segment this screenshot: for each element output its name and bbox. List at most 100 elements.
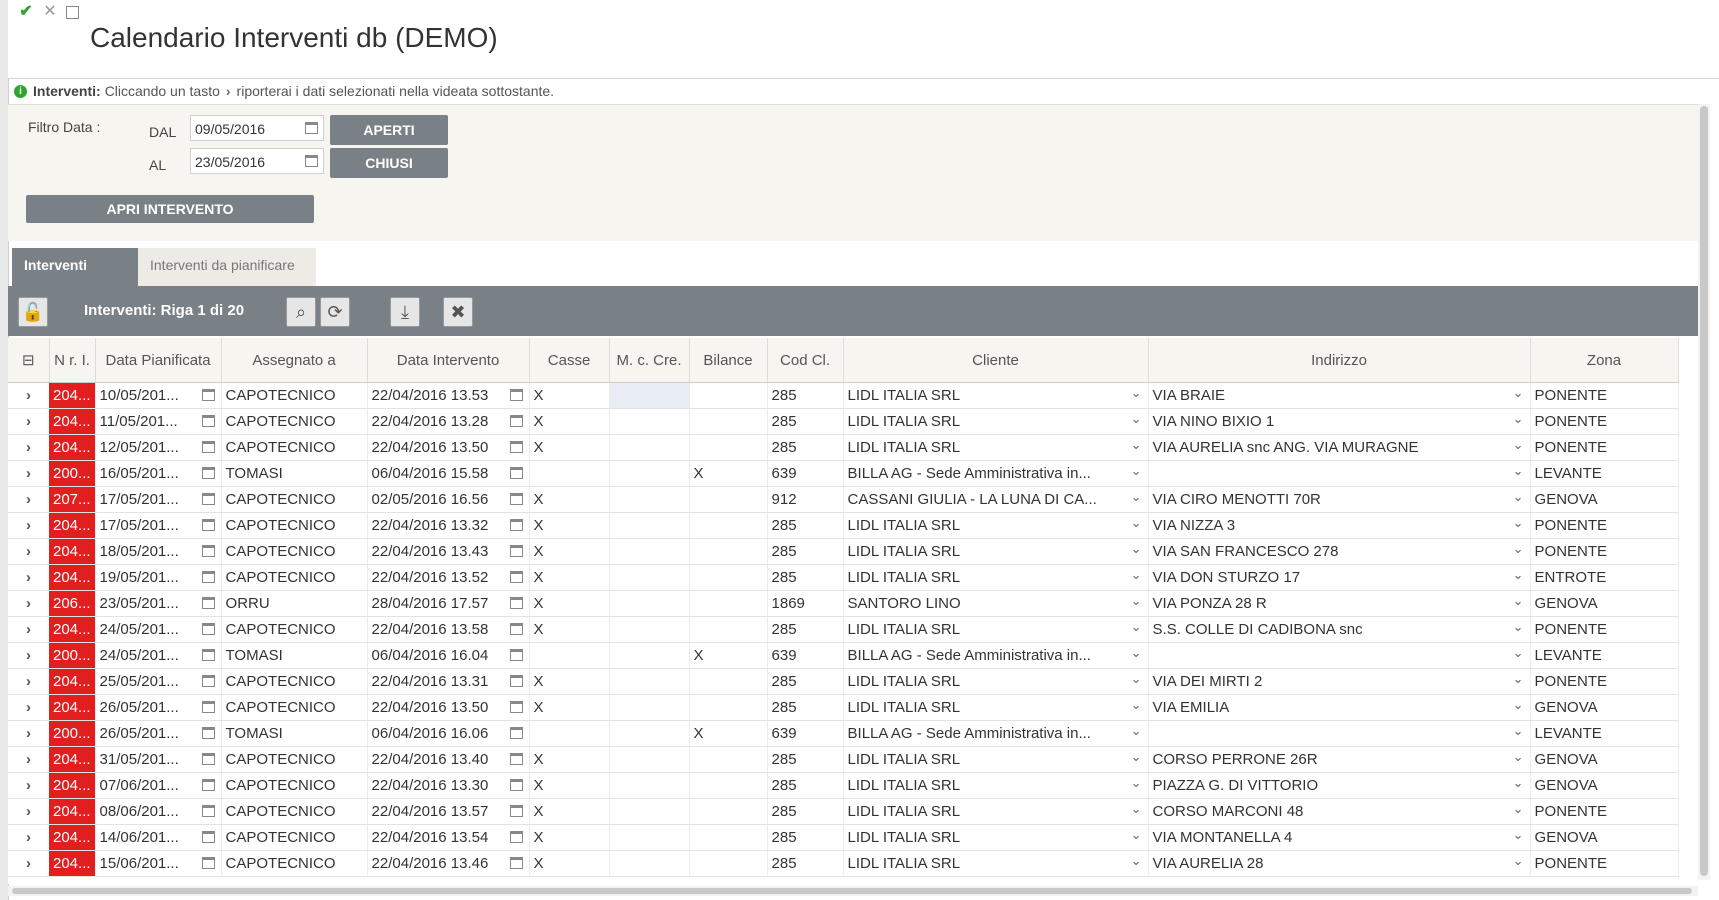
- calendar-icon[interactable]: [509, 389, 523, 401]
- zona-cell[interactable]: LEVANTE: [1530, 642, 1679, 669]
- cliente-cell[interactable]: LIDL ITALIA SRL ⌄: [843, 408, 1149, 435]
- calendar-icon[interactable]: [305, 122, 318, 134]
- mcre-cell[interactable]: [609, 720, 690, 747]
- mcre-cell[interactable]: [609, 486, 690, 513]
- bilance-cell[interactable]: [689, 850, 768, 877]
- data-intervento-cell[interactable]: 22/04/2016 13.57: [367, 798, 530, 825]
- zona-cell[interactable]: ENTROTE: [1530, 564, 1679, 591]
- codcl-cell[interactable]: 285: [767, 512, 844, 539]
- indirizzo-cell[interactable]: VIA DEI MIRTI 2 ⌄: [1148, 668, 1531, 695]
- calendar-icon[interactable]: [201, 519, 215, 531]
- zona-cell[interactable]: GENOVA: [1530, 590, 1679, 617]
- cliente-cell[interactable]: LIDL ITALIA SRL ⌄: [843, 616, 1149, 643]
- calendar-icon[interactable]: [509, 597, 523, 609]
- confirm-icon[interactable]: ✔: [18, 4, 34, 20]
- calendar-icon[interactable]: [509, 493, 523, 505]
- chevron-down-icon[interactable]: ⌄: [1513, 385, 1524, 401]
- data-pianificata-cell[interactable]: 24/05/201...: [95, 642, 222, 669]
- indirizzo-cell[interactable]: S.S. COLLE DI CADIBONA snc ⌄: [1148, 616, 1531, 643]
- assegnato-cell[interactable]: CAPOTECNICO: [221, 408, 368, 435]
- mcre-cell[interactable]: [609, 824, 690, 851]
- calendar-icon[interactable]: [509, 649, 523, 661]
- data-pianificata-cell[interactable]: 07/06/201...: [95, 772, 222, 799]
- select-all-header[interactable]: ⊟: [8, 338, 50, 383]
- calendar-icon[interactable]: [201, 571, 215, 583]
- expand-row-icon[interactable]: ›: [8, 512, 49, 539]
- bilance-cell[interactable]: [689, 564, 768, 591]
- data-intervento-cell[interactable]: 22/04/2016 13.54: [367, 824, 530, 851]
- mcre-cell[interactable]: [609, 746, 690, 773]
- zona-cell[interactable]: PONENTE: [1530, 616, 1679, 643]
- calendar-icon[interactable]: [509, 467, 523, 479]
- chevron-down-icon[interactable]: ⌄: [1513, 567, 1524, 583]
- codcl-cell[interactable]: 1869: [767, 590, 844, 617]
- bilance-cell[interactable]: [689, 668, 768, 695]
- cliente-cell[interactable]: LIDL ITALIA SRL ⌄: [843, 434, 1149, 461]
- chevron-down-icon[interactable]: ⌄: [1513, 619, 1524, 635]
- data-pianificata-cell[interactable]: 26/05/201...: [95, 694, 222, 721]
- codcl-cell[interactable]: 285: [767, 434, 844, 461]
- mcre-cell[interactable]: [609, 538, 690, 565]
- indirizzo-cell[interactable]: VIA CIRO MENOTTI 70R ⌄: [1148, 486, 1531, 513]
- casse-cell[interactable]: X: [529, 382, 610, 409]
- data-pianificata-cell[interactable]: 17/05/201...: [95, 486, 222, 513]
- nr-cell[interactable]: 204...: [49, 512, 96, 539]
- chevron-down-icon[interactable]: ⌄: [1131, 853, 1142, 869]
- zona-cell[interactable]: PONENTE: [1530, 382, 1679, 409]
- chevron-down-icon[interactable]: ⌄: [1513, 411, 1524, 427]
- chevron-down-icon[interactable]: ⌄: [1513, 645, 1524, 661]
- excel-export-icon[interactable]: ✖: [443, 297, 473, 327]
- expand-row-icon[interactable]: ›: [8, 538, 49, 565]
- chevron-down-icon[interactable]: ⌄: [1513, 775, 1524, 791]
- bilance-cell[interactable]: [689, 538, 768, 565]
- calendar-icon[interactable]: [201, 675, 215, 687]
- assegnato-cell[interactable]: CAPOTECNICO: [221, 798, 368, 825]
- codcl-cell[interactable]: 285: [767, 668, 844, 695]
- calendar-icon[interactable]: [509, 545, 523, 557]
- chevron-down-icon[interactable]: ⌄: [1131, 593, 1142, 609]
- calendar-icon[interactable]: [509, 675, 523, 687]
- bilance-cell[interactable]: [689, 382, 768, 409]
- chevron-down-icon[interactable]: ⌄: [1131, 645, 1142, 661]
- assegnato-cell[interactable]: CAPOTECNICO: [221, 694, 368, 721]
- chevron-down-icon[interactable]: ⌄: [1513, 541, 1524, 557]
- from-date-field[interactable]: 09/05/2016: [190, 115, 324, 141]
- casse-cell[interactable]: X: [529, 616, 610, 643]
- data-intervento-cell[interactable]: 28/04/2016 17.57: [367, 590, 530, 617]
- bilance-cell[interactable]: [689, 512, 768, 539]
- calendar-icon[interactable]: [201, 857, 215, 869]
- data-intervento-cell[interactable]: 22/04/2016 13.58: [367, 616, 530, 643]
- chevron-down-icon[interactable]: ⌄: [1513, 463, 1524, 479]
- calendar-icon[interactable]: [201, 779, 215, 791]
- cliente-cell[interactable]: LIDL ITALIA SRL ⌄: [843, 382, 1149, 409]
- chevron-down-icon[interactable]: ⌄: [1513, 801, 1524, 817]
- codcl-cell[interactable]: 285: [767, 616, 844, 643]
- cliente-cell[interactable]: BILLA AG - Sede Amministrativa in... ⌄: [843, 642, 1149, 669]
- zona-cell[interactable]: GENOVA: [1530, 824, 1679, 851]
- chevron-down-icon[interactable]: ⌄: [1513, 437, 1524, 453]
- expand-row-icon[interactable]: ›: [8, 590, 49, 617]
- mcre-cell[interactable]: [609, 668, 690, 695]
- casse-cell[interactable]: [529, 720, 610, 747]
- calendar-icon[interactable]: [509, 623, 523, 635]
- zona-cell[interactable]: PONENTE: [1530, 798, 1679, 825]
- col-indirizzo[interactable]: Indirizzo: [1148, 338, 1531, 383]
- mcre-cell[interactable]: [609, 642, 690, 669]
- table-row[interactable]: › 204... 08/06/201... CAPOTECNICO 22/04/2016…: [8, 798, 1679, 825]
- indirizzo-cell[interactable]: VIA DON STURZO 17 ⌄: [1148, 564, 1531, 591]
- expand-row-icon[interactable]: ›: [8, 798, 49, 825]
- calendar-icon[interactable]: [201, 805, 215, 817]
- nr-cell[interactable]: 204...: [49, 824, 96, 851]
- data-pianificata-cell[interactable]: 11/05/201...: [95, 408, 222, 435]
- open-intervention-button[interactable]: APRI INTERVENTO: [26, 195, 314, 223]
- expand-row-icon[interactable]: ›: [8, 668, 49, 695]
- bilance-cell[interactable]: [689, 616, 768, 643]
- mcre-cell[interactable]: [609, 434, 690, 461]
- data-intervento-cell[interactable]: 22/04/2016 13.46: [367, 850, 530, 877]
- casse-cell[interactable]: X: [529, 772, 610, 799]
- casse-cell[interactable]: X: [529, 590, 610, 617]
- data-pianificata-cell[interactable]: 12/05/201...: [95, 434, 222, 461]
- calendar-icon[interactable]: [201, 727, 215, 739]
- calendar-icon[interactable]: [305, 155, 318, 167]
- data-pianificata-cell[interactable]: 31/05/201...: [95, 746, 222, 773]
